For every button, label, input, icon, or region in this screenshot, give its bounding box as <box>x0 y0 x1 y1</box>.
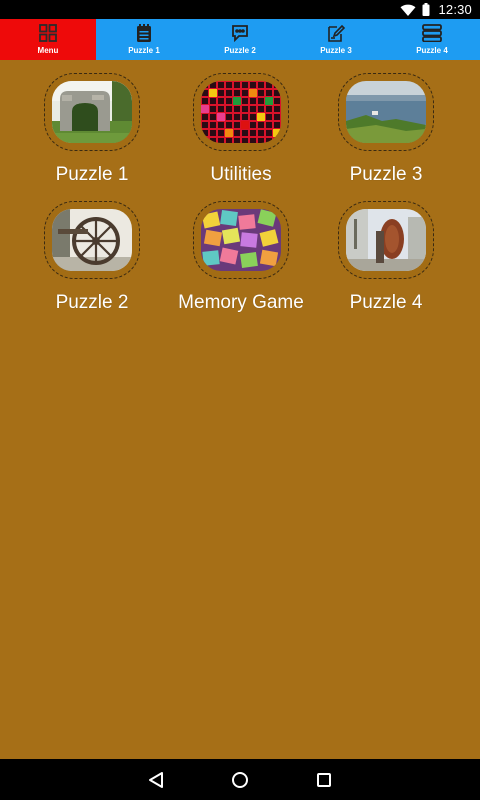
home-icon[interactable] <box>229 769 251 791</box>
stone-arch-image <box>52 81 132 143</box>
tab-menu[interactable]: Menu <box>0 19 96 60</box>
edit-icon <box>327 24 345 42</box>
status-bar: 12:30 <box>0 0 480 19</box>
memory-tiles-image <box>201 209 281 271</box>
rusty-wheel-image <box>346 209 426 271</box>
tab-puzzle-3-label: Puzzle 3 <box>320 46 352 55</box>
menu-item-label: Puzzle 1 <box>55 164 129 185</box>
lake-image <box>346 81 426 143</box>
tile-frame <box>338 201 434 279</box>
menu-item-label: Puzzle 4 <box>349 292 423 313</box>
menu-item-puzzle-3[interactable]: Puzzle 3 <box>306 73 466 201</box>
navigation-bar <box>0 759 480 800</box>
wagon-wheel-image <box>52 209 132 271</box>
chat-bubble-icon <box>231 24 249 42</box>
tile-frame <box>193 201 289 279</box>
tab-puzzle-2-label: Puzzle 2 <box>224 46 256 55</box>
recents-icon[interactable] <box>313 769 335 791</box>
grid-icon <box>39 24 57 42</box>
battery-icon <box>422 3 430 16</box>
wifi-icon <box>400 4 416 16</box>
menu-item-puzzle-4[interactable]: Puzzle 4 <box>306 201 466 329</box>
tab-puzzle-4[interactable]: Puzzle 4 <box>384 19 480 60</box>
menu-item-puzzle-1[interactable]: Puzzle 1 <box>12 73 172 201</box>
storage-icon <box>422 24 442 42</box>
tab-puzzle-1-label: Puzzle 1 <box>128 46 160 55</box>
status-time: 12:30 <box>438 2 472 17</box>
back-icon[interactable] <box>145 769 167 791</box>
tab-puzzle-3[interactable]: Puzzle 3 <box>288 19 384 60</box>
tab-bar: Menu Puzzle 1 Puzzle 2 Puzzle 3 Puzzle 4 <box>0 19 480 60</box>
tab-menu-label: Menu <box>37 46 59 55</box>
menu-item-label: Puzzle 2 <box>55 292 129 313</box>
menu-item-puzzle-2[interactable]: Puzzle 2 <box>12 201 172 329</box>
colorful-grid-image <box>201 81 281 143</box>
tab-puzzle-1[interactable]: Puzzle 1 <box>96 19 192 60</box>
tile-frame <box>338 73 434 151</box>
notepad-icon <box>136 24 152 42</box>
tab-puzzle-4-label: Puzzle 4 <box>416 46 448 55</box>
tile-frame <box>44 73 140 151</box>
menu-item-label: Puzzle 3 <box>349 164 423 185</box>
menu-item-label: Utilities <box>210 164 272 185</box>
menu-item-memory-game[interactable]: Memory Game <box>161 201 321 329</box>
tile-frame <box>193 73 289 151</box>
menu-item-label: Memory Game <box>178 292 304 313</box>
menu-item-utilities[interactable]: Utilities <box>161 73 321 201</box>
tile-frame <box>44 201 140 279</box>
menu-content: Puzzle 1 Utilities Puzzle 3 Puzzle 2 Mem… <box>0 60 480 759</box>
tab-puzzle-2[interactable]: Puzzle 2 <box>192 19 288 60</box>
